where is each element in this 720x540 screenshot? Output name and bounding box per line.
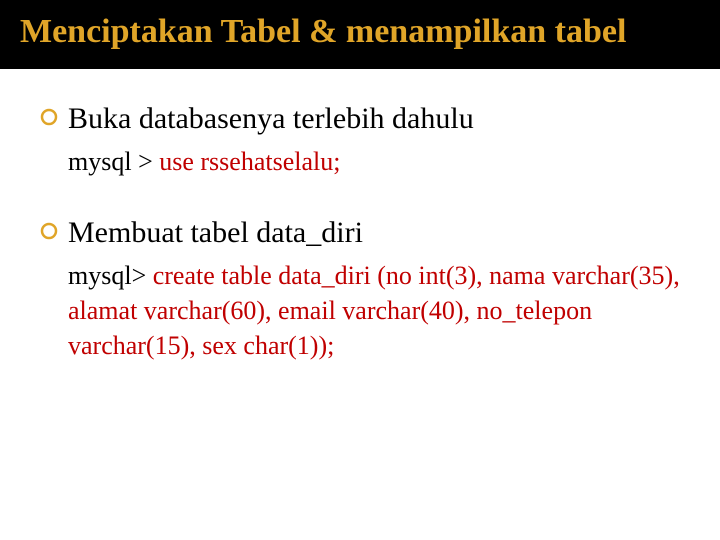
code-line: mysql > use rssehatselalu; <box>68 144 680 179</box>
mysql-prompt: mysql> <box>68 261 153 290</box>
mysql-prompt: mysql > <box>68 147 159 176</box>
section-1: Buka databasenya terlebih dahulu mysql >… <box>40 99 680 179</box>
bullet-heading: Membuat tabel data_diri <box>68 213 363 252</box>
sql-command: create table data_diri (no int(3), nama … <box>68 261 680 360</box>
code-line: mysql> create table data_diri (no int(3)… <box>68 258 680 363</box>
bullet-item: Buka databasenya terlebih dahulu <box>40 99 680 138</box>
circle-bullet-icon <box>40 108 58 126</box>
title-bar: Menciptakan Tabel & menampilkan tabel <box>0 0 720 69</box>
sql-command: use rssehatselalu; <box>159 147 340 176</box>
section-2: Membuat tabel data_diri mysql> create ta… <box>40 213 680 363</box>
bullet-heading: Buka databasenya terlebih dahulu <box>68 99 474 138</box>
slide-content: Buka databasenya terlebih dahulu mysql >… <box>0 69 720 417</box>
circle-bullet-icon <box>40 222 58 240</box>
bullet-item: Membuat tabel data_diri <box>40 213 680 252</box>
slide-title: Menciptakan Tabel & menampilkan tabel <box>20 12 700 51</box>
